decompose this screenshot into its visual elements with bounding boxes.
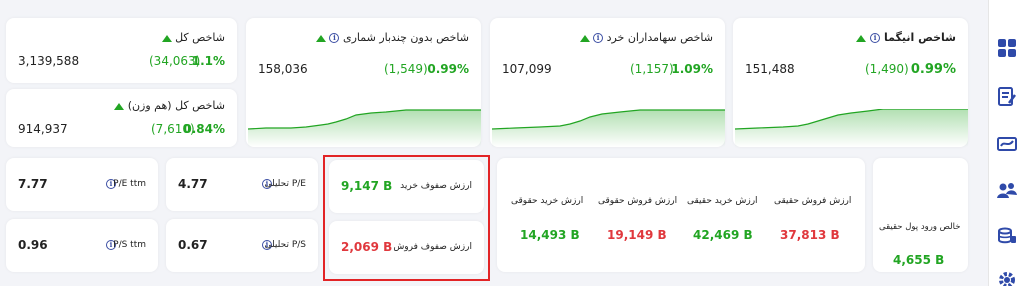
index-change: (1,549) xyxy=(384,62,428,76)
index-change: (1,490) xyxy=(865,62,909,76)
info-icon[interactable]: i xyxy=(593,33,604,43)
index-card-no-double-count[interactable]: شاخص بدون چندبار شماری i 158,036 (1,549)… xyxy=(246,18,481,147)
dashboard-icon[interactable] xyxy=(997,38,1017,58)
pe-analytic-label: P/E تحلیلی xyxy=(264,179,306,189)
pe-analytic-value: 4.77 xyxy=(178,177,208,191)
coins-icon[interactable] xyxy=(997,226,1017,246)
flow-label: ارزش خرید حقوقی xyxy=(511,196,584,206)
ps-ttm-card[interactable]: 0.96 i P/S ttm xyxy=(6,219,158,272)
info-icon[interactable]: i xyxy=(870,33,881,43)
sidebar xyxy=(988,0,1024,286)
money-flow-card[interactable]: ارزش خرید حقوقی 14,493 B ارزش فروش حقوقی… xyxy=(497,158,865,272)
flow-label: ارزش فروش حقیقی xyxy=(774,196,852,206)
up-arrow-icon xyxy=(579,34,590,42)
index-value: 107,099 xyxy=(502,62,552,76)
index-value: 158,036 xyxy=(258,62,308,76)
index-title: شاخص انیگما xyxy=(883,31,956,44)
index-percent: 1.1% xyxy=(191,54,225,68)
pe-ttm-label: P/E ttm xyxy=(113,179,146,189)
ps-ttm-value: 0.96 xyxy=(18,238,48,252)
flow-value: 42,469 B xyxy=(693,228,753,242)
flow-value: 37,813 B xyxy=(780,228,840,242)
index-card-enigma[interactable]: شاخص انیگما i 151,488 (1,490) 0.99% xyxy=(733,18,968,147)
net-flow-card[interactable]: خالص ورود پول حقیقی 4,655 B xyxy=(873,158,968,272)
up-arrow-icon xyxy=(161,34,172,42)
index-card-total[interactable]: شاخص کل 3,139,588 (34,063) 1.1% xyxy=(6,18,237,83)
highlight-box xyxy=(323,155,490,281)
index-value: 914,937 xyxy=(18,122,68,136)
index-change: (1,157) xyxy=(630,62,674,76)
intraday-chart xyxy=(734,109,968,147)
flow-value: 14,493 B xyxy=(520,228,580,242)
index-card-equal-weight[interactable]: شاخص کل (هم وزن) 914,937 (7,610) 0.84% xyxy=(6,89,237,147)
users-icon[interactable] xyxy=(997,180,1017,200)
index-title: شاخص کل xyxy=(175,31,225,44)
up-arrow-icon xyxy=(315,34,326,42)
gear-icon[interactable] xyxy=(997,270,1017,286)
index-title: شاخص سهامداران خرد xyxy=(606,31,713,44)
index-value: 151,488 xyxy=(745,62,795,76)
intraday-chart xyxy=(247,109,481,147)
ps-analytic-value: 0.67 xyxy=(178,238,208,252)
net-flow-value: 4,655 B xyxy=(893,253,945,267)
flow-label: ارزش فروش حقوقی xyxy=(598,196,678,206)
intraday-chart xyxy=(491,109,725,147)
report-icon[interactable] xyxy=(997,87,1017,107)
pe-analytic-card[interactable]: 4.77 i P/E تحلیلی xyxy=(166,158,318,211)
index-percent: 0.99% xyxy=(427,62,469,76)
ps-ttm-label: P/S ttm xyxy=(113,240,146,250)
index-card-small-shareholders[interactable]: شاخص سهامداران خرد i 107,099 (1,157) 1.0… xyxy=(490,18,725,147)
pe-ttm-card[interactable]: 7.77 i P/E ttm xyxy=(6,158,158,211)
info-icon[interactable]: i xyxy=(329,33,340,43)
flow-label: ارزش خرید حقیقی xyxy=(687,196,758,206)
index-title: شاخص بدون چندبار شماری xyxy=(342,31,469,44)
up-arrow-icon xyxy=(856,34,867,42)
ps-analytic-card[interactable]: 0.67 i P/S تحلیلی xyxy=(166,219,318,272)
index-percent: 0.99% xyxy=(910,62,956,77)
up-arrow-icon xyxy=(114,102,125,110)
index-percent: 1.09% xyxy=(671,62,713,76)
pe-ttm-value: 7.77 xyxy=(18,177,48,191)
ticket-icon[interactable] xyxy=(997,134,1017,154)
index-percent: 0.84% xyxy=(183,122,225,136)
ps-analytic-label: P/S تحلیلی xyxy=(264,240,306,250)
index-value: 3,139,588 xyxy=(18,54,80,68)
index-title: شاخص کل (هم وزن) xyxy=(127,99,225,112)
flow-value: 19,149 B xyxy=(607,228,667,242)
net-flow-label: خالص ورود پول حقیقی xyxy=(879,222,961,232)
